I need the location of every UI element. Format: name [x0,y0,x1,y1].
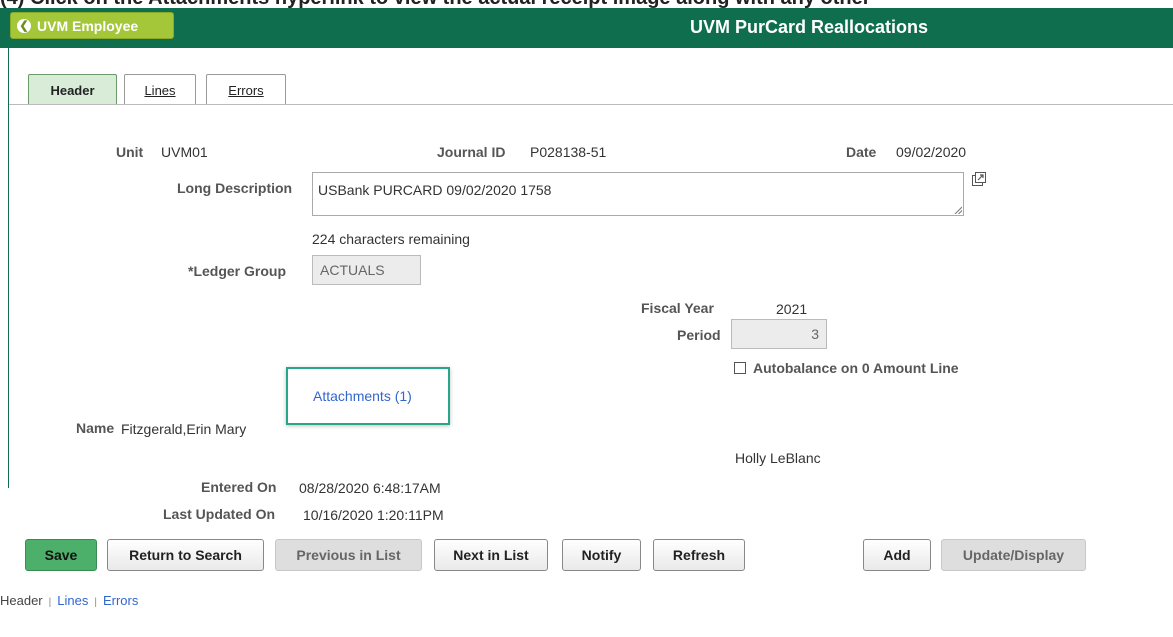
link-separator: | [48,597,52,608]
long-description-field[interactable]: USBank PURCARD 09/02/2020 1758 [312,172,964,216]
autobalance-checkbox[interactable] [734,362,746,374]
add-button[interactable]: Add [863,539,931,571]
characters-remaining: 224 characters remaining [312,231,470,247]
unit-value: UVM01 [161,144,208,160]
last-updated-value: 10/16/2020 1:20:11PM [303,507,444,523]
approver-name: Holly LeBlanc [735,450,821,466]
unit-label: Unit [116,144,144,160]
name-value: Fitzgerald,Erin Mary [121,421,247,437]
bottom-page-links: Header | Lines | Errors [0,593,138,608]
page-title: UVM PurCard Reallocations [690,17,929,37]
add-label: Add [883,547,911,563]
notify-button[interactable]: Notify [562,539,641,571]
top-clipped-caption-text: (4) Click on the Attachments hyperlink t… [0,0,871,8]
ledger-group-field: ACTUALS [312,255,421,285]
long-description-value: USBank PURCARD 09/02/2020 1758 [318,182,552,198]
return-to-search-label: Return to Search [129,547,242,563]
autobalance-label: Autobalance on 0 Amount Line [753,360,959,376]
left-border [8,48,9,488]
tab-lines[interactable]: Lines [124,74,196,105]
notify-label: Notify [581,547,622,563]
attachments-link[interactable]: Attachments (1) [313,388,412,404]
period-value: 3 [811,326,819,342]
long-description-label: Long Description [177,180,293,196]
tab-header[interactable]: Header [28,74,117,105]
ledger-group-label: *Ledger Group [188,263,287,279]
next-in-list-button[interactable]: Next in List [434,539,548,571]
fiscal-year-value: 2021 [776,301,808,317]
tab-errors-label: Errors [228,82,264,98]
tab-lines-label: Lines [144,82,176,98]
journal-id-value: P028138-51 [530,144,607,160]
refresh-button[interactable]: Refresh [653,539,745,571]
link-separator: | [94,597,97,608]
ledger-group-value: ACTUALS [320,262,385,278]
last-updated-label: Last Updated On [163,506,276,522]
bottom-link-header: Header [0,593,43,608]
bottom-link-errors[interactable]: Errors [103,593,138,608]
name-label: Name [76,420,115,436]
update-display-label: Update/Display [962,547,1065,563]
update-display-button[interactable]: Update/Display [941,539,1086,571]
fiscal-year-label: Fiscal Year [641,300,714,316]
bottom-link-lines[interactable]: Lines [57,593,88,608]
date-label: Date [846,144,877,160]
page-heading: UVM PurCard Reallocations [0,8,1173,48]
next-in-list-label: Next in List [453,547,529,563]
save-button-label: Save [44,547,78,563]
period-label: Period [677,327,721,343]
previous-in-list-button[interactable]: Previous in List [275,539,422,571]
journal-id-label: Journal ID [437,144,506,160]
save-button[interactable]: Save [25,539,97,571]
refresh-label: Refresh [672,547,726,563]
tab-divider [9,104,1173,105]
date-value: 09/02/2020 [896,144,967,160]
return-to-search-button[interactable]: Return to Search [107,539,264,571]
top-clipped-caption: (4) Click on the Attachments hyperlink t… [0,0,1173,8]
tab-errors[interactable]: Errors [206,74,286,105]
expand-window-icon[interactable] [972,172,986,186]
resize-grip-icon[interactable] [954,206,962,214]
entered-on-label: Entered On [201,479,277,495]
entered-on-value: 08/28/2020 6:48:17AM [299,480,441,496]
period-field: 3 [731,319,827,349]
previous-in-list-label: Previous in List [296,547,401,563]
tab-header-label: Header [50,82,95,98]
